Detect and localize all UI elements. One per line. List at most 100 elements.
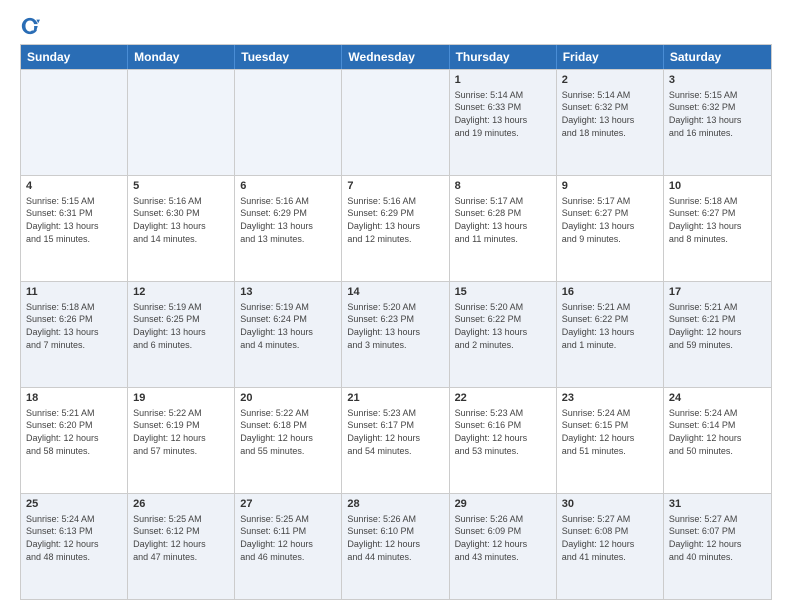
cell-info: Sunrise: 5:18 AM Sunset: 6:27 PM Dayligh… bbox=[669, 195, 766, 245]
day-number: 16 bbox=[562, 285, 658, 300]
calendar-cell: 18Sunrise: 5:21 AM Sunset: 6:20 PM Dayli… bbox=[21, 388, 128, 493]
day-number: 15 bbox=[455, 285, 551, 300]
day-number: 30 bbox=[562, 497, 658, 512]
calendar-cell: 10Sunrise: 5:18 AM Sunset: 6:27 PM Dayli… bbox=[664, 176, 771, 281]
day-number: 21 bbox=[347, 391, 443, 406]
day-number: 20 bbox=[240, 391, 336, 406]
cell-info: Sunrise: 5:14 AM Sunset: 6:33 PM Dayligh… bbox=[455, 89, 551, 139]
cell-info: Sunrise: 5:18 AM Sunset: 6:26 PM Dayligh… bbox=[26, 301, 122, 351]
day-number: 3 bbox=[669, 73, 766, 88]
day-number: 26 bbox=[133, 497, 229, 512]
cell-info: Sunrise: 5:22 AM Sunset: 6:18 PM Dayligh… bbox=[240, 407, 336, 457]
cell-info: Sunrise: 5:21 AM Sunset: 6:22 PM Dayligh… bbox=[562, 301, 658, 351]
calendar-cell: 31Sunrise: 5:27 AM Sunset: 6:07 PM Dayli… bbox=[664, 494, 771, 599]
cell-info: Sunrise: 5:24 AM Sunset: 6:13 PM Dayligh… bbox=[26, 513, 122, 563]
day-number: 29 bbox=[455, 497, 551, 512]
calendar-cell bbox=[235, 70, 342, 175]
calendar-cell: 15Sunrise: 5:20 AM Sunset: 6:22 PM Dayli… bbox=[450, 282, 557, 387]
calendar-cell: 3Sunrise: 5:15 AM Sunset: 6:32 PM Daylig… bbox=[664, 70, 771, 175]
calendar-cell: 30Sunrise: 5:27 AM Sunset: 6:08 PM Dayli… bbox=[557, 494, 664, 599]
day-number: 19 bbox=[133, 391, 229, 406]
cell-info: Sunrise: 5:26 AM Sunset: 6:09 PM Dayligh… bbox=[455, 513, 551, 563]
calendar-cell: 22Sunrise: 5:23 AM Sunset: 6:16 PM Dayli… bbox=[450, 388, 557, 493]
cell-info: Sunrise: 5:21 AM Sunset: 6:20 PM Dayligh… bbox=[26, 407, 122, 457]
calendar-cell bbox=[128, 70, 235, 175]
cell-info: Sunrise: 5:20 AM Sunset: 6:23 PM Dayligh… bbox=[347, 301, 443, 351]
day-number: 8 bbox=[455, 179, 551, 194]
calendar-cell: 12Sunrise: 5:19 AM Sunset: 6:25 PM Dayli… bbox=[128, 282, 235, 387]
day-number: 1 bbox=[455, 73, 551, 88]
day-number: 28 bbox=[347, 497, 443, 512]
day-number: 5 bbox=[133, 179, 229, 194]
cell-info: Sunrise: 5:23 AM Sunset: 6:17 PM Dayligh… bbox=[347, 407, 443, 457]
day-number: 22 bbox=[455, 391, 551, 406]
calendar-cell: 7Sunrise: 5:16 AM Sunset: 6:29 PM Daylig… bbox=[342, 176, 449, 281]
calendar-cell: 9Sunrise: 5:17 AM Sunset: 6:27 PM Daylig… bbox=[557, 176, 664, 281]
calendar-cell bbox=[342, 70, 449, 175]
header bbox=[20, 16, 772, 36]
calendar-cell: 20Sunrise: 5:22 AM Sunset: 6:18 PM Dayli… bbox=[235, 388, 342, 493]
cell-info: Sunrise: 5:23 AM Sunset: 6:16 PM Dayligh… bbox=[455, 407, 551, 457]
calendar-cell: 29Sunrise: 5:26 AM Sunset: 6:09 PM Dayli… bbox=[450, 494, 557, 599]
calendar-cell: 16Sunrise: 5:21 AM Sunset: 6:22 PM Dayli… bbox=[557, 282, 664, 387]
cell-info: Sunrise: 5:17 AM Sunset: 6:27 PM Dayligh… bbox=[562, 195, 658, 245]
calendar-cell: 17Sunrise: 5:21 AM Sunset: 6:21 PM Dayli… bbox=[664, 282, 771, 387]
cell-info: Sunrise: 5:25 AM Sunset: 6:11 PM Dayligh… bbox=[240, 513, 336, 563]
calendar-cell bbox=[21, 70, 128, 175]
cell-info: Sunrise: 5:27 AM Sunset: 6:07 PM Dayligh… bbox=[669, 513, 766, 563]
calendar-cell: 23Sunrise: 5:24 AM Sunset: 6:15 PM Dayli… bbox=[557, 388, 664, 493]
day-number: 2 bbox=[562, 73, 658, 88]
logo-icon bbox=[20, 16, 40, 36]
calendar-cell: 5Sunrise: 5:16 AM Sunset: 6:30 PM Daylig… bbox=[128, 176, 235, 281]
page: SundayMondayTuesdayWednesdayThursdayFrid… bbox=[0, 0, 792, 612]
calendar-cell: 21Sunrise: 5:23 AM Sunset: 6:17 PM Dayli… bbox=[342, 388, 449, 493]
cell-info: Sunrise: 5:19 AM Sunset: 6:25 PM Dayligh… bbox=[133, 301, 229, 351]
calendar-cell: 8Sunrise: 5:17 AM Sunset: 6:28 PM Daylig… bbox=[450, 176, 557, 281]
cell-info: Sunrise: 5:17 AM Sunset: 6:28 PM Dayligh… bbox=[455, 195, 551, 245]
day-number: 24 bbox=[669, 391, 766, 406]
calendar-week: 18Sunrise: 5:21 AM Sunset: 6:20 PM Dayli… bbox=[21, 387, 771, 493]
calendar-cell: 13Sunrise: 5:19 AM Sunset: 6:24 PM Dayli… bbox=[235, 282, 342, 387]
calendar-week: 25Sunrise: 5:24 AM Sunset: 6:13 PM Dayli… bbox=[21, 493, 771, 599]
calendar-cell: 28Sunrise: 5:26 AM Sunset: 6:10 PM Dayli… bbox=[342, 494, 449, 599]
cell-info: Sunrise: 5:16 AM Sunset: 6:30 PM Dayligh… bbox=[133, 195, 229, 245]
calendar-week: 1Sunrise: 5:14 AM Sunset: 6:33 PM Daylig… bbox=[21, 69, 771, 175]
calendar-week: 11Sunrise: 5:18 AM Sunset: 6:26 PM Dayli… bbox=[21, 281, 771, 387]
calendar-cell: 27Sunrise: 5:25 AM Sunset: 6:11 PM Dayli… bbox=[235, 494, 342, 599]
day-number: 23 bbox=[562, 391, 658, 406]
day-number: 14 bbox=[347, 285, 443, 300]
calendar-cell: 14Sunrise: 5:20 AM Sunset: 6:23 PM Dayli… bbox=[342, 282, 449, 387]
day-number: 4 bbox=[26, 179, 122, 194]
weekday-header: Thursday bbox=[450, 45, 557, 69]
calendar-cell: 25Sunrise: 5:24 AM Sunset: 6:13 PM Dayli… bbox=[21, 494, 128, 599]
weekday-header: Monday bbox=[128, 45, 235, 69]
cell-info: Sunrise: 5:14 AM Sunset: 6:32 PM Dayligh… bbox=[562, 89, 658, 139]
cell-info: Sunrise: 5:26 AM Sunset: 6:10 PM Dayligh… bbox=[347, 513, 443, 563]
cell-info: Sunrise: 5:27 AM Sunset: 6:08 PM Dayligh… bbox=[562, 513, 658, 563]
weekday-header: Saturday bbox=[664, 45, 771, 69]
cell-info: Sunrise: 5:21 AM Sunset: 6:21 PM Dayligh… bbox=[669, 301, 766, 351]
day-number: 6 bbox=[240, 179, 336, 194]
weekday-header: Wednesday bbox=[342, 45, 449, 69]
weekday-header: Friday bbox=[557, 45, 664, 69]
day-number: 12 bbox=[133, 285, 229, 300]
cell-info: Sunrise: 5:22 AM Sunset: 6:19 PM Dayligh… bbox=[133, 407, 229, 457]
cell-info: Sunrise: 5:15 AM Sunset: 6:32 PM Dayligh… bbox=[669, 89, 766, 139]
calendar-week: 4Sunrise: 5:15 AM Sunset: 6:31 PM Daylig… bbox=[21, 175, 771, 281]
calendar-cell: 6Sunrise: 5:16 AM Sunset: 6:29 PM Daylig… bbox=[235, 176, 342, 281]
cell-info: Sunrise: 5:24 AM Sunset: 6:14 PM Dayligh… bbox=[669, 407, 766, 457]
calendar: SundayMondayTuesdayWednesdayThursdayFrid… bbox=[20, 44, 772, 600]
day-number: 27 bbox=[240, 497, 336, 512]
cell-info: Sunrise: 5:25 AM Sunset: 6:12 PM Dayligh… bbox=[133, 513, 229, 563]
cell-info: Sunrise: 5:24 AM Sunset: 6:15 PM Dayligh… bbox=[562, 407, 658, 457]
weekday-header: Sunday bbox=[21, 45, 128, 69]
weekday-header: Tuesday bbox=[235, 45, 342, 69]
cell-info: Sunrise: 5:15 AM Sunset: 6:31 PM Dayligh… bbox=[26, 195, 122, 245]
calendar-cell: 1Sunrise: 5:14 AM Sunset: 6:33 PM Daylig… bbox=[450, 70, 557, 175]
day-number: 13 bbox=[240, 285, 336, 300]
calendar-header: SundayMondayTuesdayWednesdayThursdayFrid… bbox=[21, 45, 771, 69]
calendar-cell: 4Sunrise: 5:15 AM Sunset: 6:31 PM Daylig… bbox=[21, 176, 128, 281]
calendar-cell: 19Sunrise: 5:22 AM Sunset: 6:19 PM Dayli… bbox=[128, 388, 235, 493]
day-number: 18 bbox=[26, 391, 122, 406]
cell-info: Sunrise: 5:19 AM Sunset: 6:24 PM Dayligh… bbox=[240, 301, 336, 351]
